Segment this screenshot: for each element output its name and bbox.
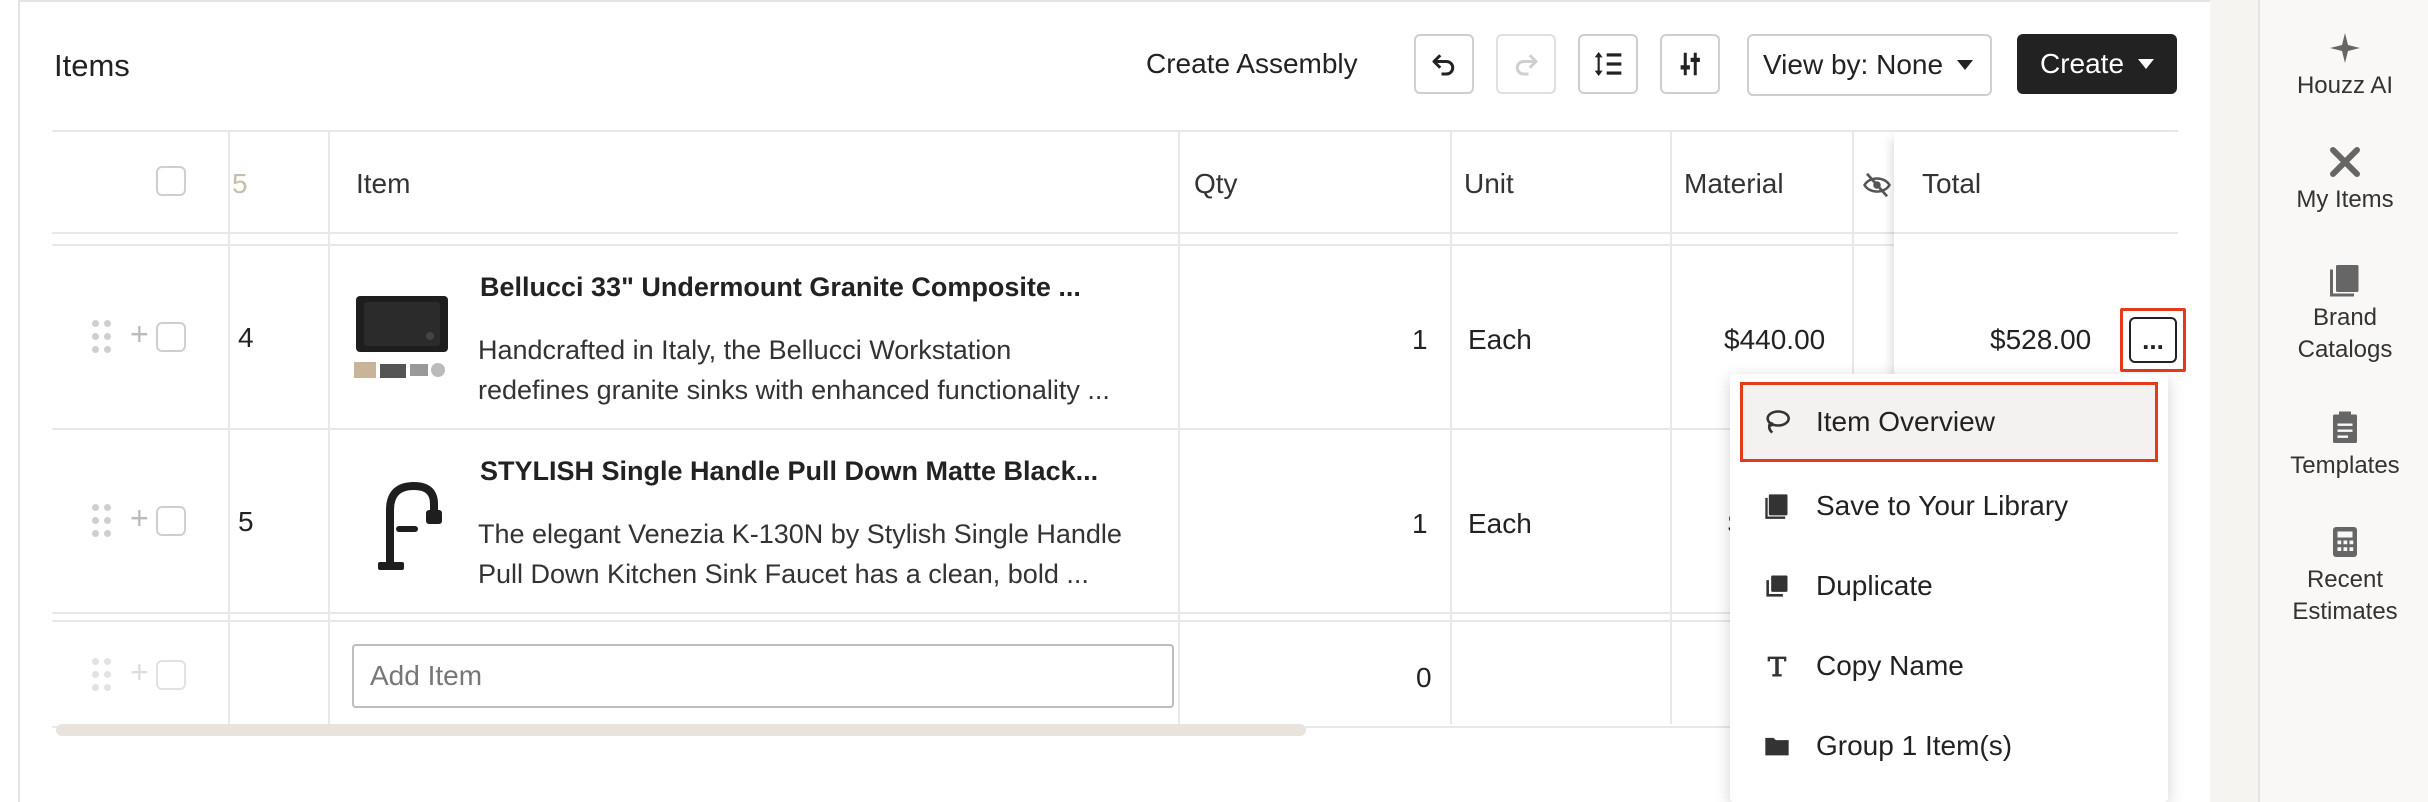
lasso-icon: [1760, 405, 1794, 439]
drag-handle-icon[interactable]: [92, 320, 116, 356]
qty-value: 0: [1416, 662, 1432, 693]
menu-item-label: Copy Name: [1816, 650, 1964, 681]
sidebar-item-brand-catalogs[interactable]: Brand Catalogs: [2260, 262, 2428, 366]
sidebar-item-label: Houzz AI: [2296, 72, 2394, 99]
sidebar-item-my-items[interactable]: My Items: [2260, 144, 2428, 216]
add-row-plus-icon[interactable]: +: [130, 500, 149, 537]
row-checkbox[interactable]: [156, 506, 186, 536]
menu-item-item-overview[interactable]: Item Overview: [1740, 382, 2158, 462]
toolbar: Items Create Assembly View by: None Crea…: [20, 2, 2210, 130]
item-description-line: Handcrafted in Italy, the Bellucci Works…: [478, 335, 1012, 365]
header-material[interactable]: Material: [1684, 168, 1784, 200]
add-item-input[interactable]: [352, 644, 1174, 708]
sink-thumbnail[interactable]: [350, 290, 454, 394]
undo-button[interactable]: [1414, 34, 1474, 94]
caret-down-icon: [2138, 59, 2155, 69]
redo-icon: [1515, 54, 1538, 76]
qty-value[interactable]: 1: [1412, 324, 1428, 356]
item-description-line: Pull Down Kitchen Sink Faucet has a clea…: [478, 559, 1089, 589]
qty-value[interactable]: 1: [1412, 508, 1428, 540]
eye-off-icon[interactable]: [1862, 170, 1892, 200]
row-number: 4: [238, 322, 254, 353]
duplicate-icon: [1760, 569, 1794, 603]
sidebar-item-recent-estimates[interactable]: Recent Estimates: [2260, 524, 2428, 628]
ellipsis-icon: ...: [2129, 317, 2177, 363]
row-context-menu: Item Overview Save to Your Library Dupli…: [1730, 374, 2168, 802]
add-row-plus-icon: +: [130, 654, 149, 690]
sliders-icon: [1680, 52, 1700, 76]
unit-value[interactable]: Each: [1468, 324, 1532, 356]
right-sidebar: Houzz AI My Items Brand Catalogs Templat…: [2258, 0, 2428, 802]
create-button[interactable]: Create: [2017, 34, 2177, 94]
row-checkbox: [156, 660, 186, 690]
drag-handle-icon[interactable]: [92, 504, 116, 540]
sparkle-icon: [2330, 33, 2360, 63]
item-description-line: The elegant Venezia K-130N by Stylish Si…: [478, 519, 1122, 549]
horizontal-scrollbar[interactable]: [56, 724, 1306, 736]
line-spacing-icon: [1594, 52, 1622, 76]
item-description-line: redefines granite sinks with enhanced fu…: [478, 375, 1110, 405]
item-title[interactable]: Bellucci 33" Undermount Granite Composit…: [480, 272, 1160, 303]
table-row-partial: [52, 234, 2178, 246]
sidebar-item-label: Templates: [2290, 452, 2400, 479]
item-description: The elegant Venezia K-130N by Stylish Si…: [478, 514, 1168, 594]
sidebar-item-label: My Items: [2296, 186, 2394, 213]
item-description: Handcrafted in Italy, the Bellucci Works…: [478, 330, 1168, 410]
folder-icon: [1760, 729, 1794, 763]
undo-icon: [1432, 54, 1455, 76]
menu-item-label: Group 1 Item(s): [1816, 730, 2013, 761]
header-item[interactable]: Item: [356, 168, 410, 200]
sidebar-item-label: Catalogs: [2297, 336, 2393, 363]
create-assembly-button[interactable]: Create Assembly: [1146, 48, 1358, 80]
material-value[interactable]: $440.00: [1724, 324, 1825, 356]
menu-item-group-items[interactable]: Group 1 Item(s): [1730, 706, 2168, 786]
unit-value[interactable]: Each: [1468, 508, 1532, 540]
view-by-select[interactable]: View by: None: [1747, 34, 1992, 96]
menu-item-label: Duplicate: [1816, 570, 1933, 601]
header-qty[interactable]: Qty: [1194, 168, 1238, 200]
select-all-checkbox[interactable]: [156, 166, 186, 196]
caret-down-icon: [1957, 60, 1974, 70]
table-header: 5 Item Qty Unit Material: [52, 132, 2178, 234]
item-title[interactable]: STYLISH Single Handle Pull Down Matte Bl…: [480, 456, 1160, 487]
page-title: Items: [54, 48, 130, 83]
sidebar-item-label: Brand: [2312, 304, 2378, 331]
view-by-label: View by: None: [1763, 49, 1944, 80]
menu-item-label: Save to Your Library: [1816, 490, 2069, 521]
header-divider: [1894, 232, 2178, 234]
header-total[interactable]: Total: [1922, 168, 1981, 200]
row-height-button[interactable]: [1578, 34, 1638, 94]
menu-item-copy-name[interactable]: Copy Name: [1730, 626, 2168, 706]
sidebar-item-label: Estimates: [2292, 598, 2398, 625]
faucet-thumbnail[interactable]: [350, 470, 454, 574]
row-checkbox[interactable]: [156, 322, 186, 352]
tools-icon: [2330, 147, 2360, 177]
clipboard-icon: [2333, 411, 2357, 443]
book-icon: [2330, 265, 2359, 297]
text-icon: [1760, 649, 1794, 683]
menu-item-duplicate[interactable]: Duplicate: [1730, 546, 2168, 626]
menu-item-save-to-library[interactable]: Save to Your Library: [1730, 466, 2168, 546]
sidebar-gutter: [2210, 0, 2258, 802]
header-count: 5: [232, 168, 248, 199]
drag-handle-icon: [92, 658, 116, 694]
row-number: 5: [238, 506, 254, 537]
redo-button[interactable]: [1496, 34, 1556, 94]
sidebar-item-houzz-ai[interactable]: Houzz AI: [2260, 30, 2428, 102]
calculator-icon: [2333, 527, 2357, 557]
total-value: $528.00: [1990, 324, 2092, 355]
more-options-button[interactable]: ...: [2120, 308, 2186, 372]
sidebar-item-templates[interactable]: Templates: [2260, 410, 2428, 482]
add-row-plus-icon[interactable]: +: [130, 316, 149, 353]
app-window: Items Create Assembly View by: None Crea…: [0, 0, 2428, 802]
menu-item-label: Item Overview: [1816, 406, 1995, 437]
header-unit[interactable]: Unit: [1464, 168, 1514, 200]
column-settings-button[interactable]: [1660, 34, 1720, 94]
sidebar-item-label: Recent: [2306, 566, 2384, 593]
create-label: Create: [2039, 48, 2125, 79]
book-icon: [1760, 489, 1794, 523]
